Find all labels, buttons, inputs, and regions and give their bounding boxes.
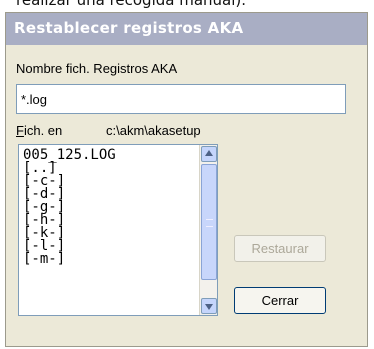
- restore-button[interactable]: Restaurar: [234, 235, 326, 262]
- filename-label: Nombre fich. Registros AKA: [16, 61, 178, 76]
- grip-icon: [206, 219, 213, 227]
- scrollbar-thumb[interactable]: [201, 164, 217, 280]
- vertical-scrollbar[interactable]: [199, 145, 217, 315]
- file-listbox[interactable]: 005_125.LOG [..] [-c-] [-d-] [-g-] [-h-]…: [18, 144, 218, 316]
- scroll-up-button[interactable]: [201, 146, 217, 162]
- filename-input[interactable]: [16, 84, 346, 114]
- dialog-title: Restablecer registros AKA: [14, 19, 244, 37]
- title-bar[interactable]: Restablecer registros AKA: [6, 13, 367, 45]
- file-list-items: 005_125.LOG [..] [-c-] [-d-] [-g-] [-h-]…: [23, 148, 116, 266]
- chevron-up-icon: [205, 150, 213, 156]
- directory-label-accel: F: [16, 123, 24, 138]
- top-text: realizar una recogida manual).: [16, 0, 247, 9]
- chevron-down-icon: [205, 304, 213, 310]
- restore-aka-dialog: Restablecer registros AKA Nombre fich. R…: [5, 12, 368, 347]
- close-button[interactable]: Cerrar: [234, 287, 326, 314]
- directory-label: Fich. en: [16, 123, 62, 138]
- directory-path: c:\akm\akasetup: [106, 123, 201, 138]
- directory-label-rest: ich. en: [23, 123, 63, 138]
- scroll-down-button[interactable]: [201, 298, 217, 314]
- list-item[interactable]: [-m-]: [23, 252, 116, 266]
